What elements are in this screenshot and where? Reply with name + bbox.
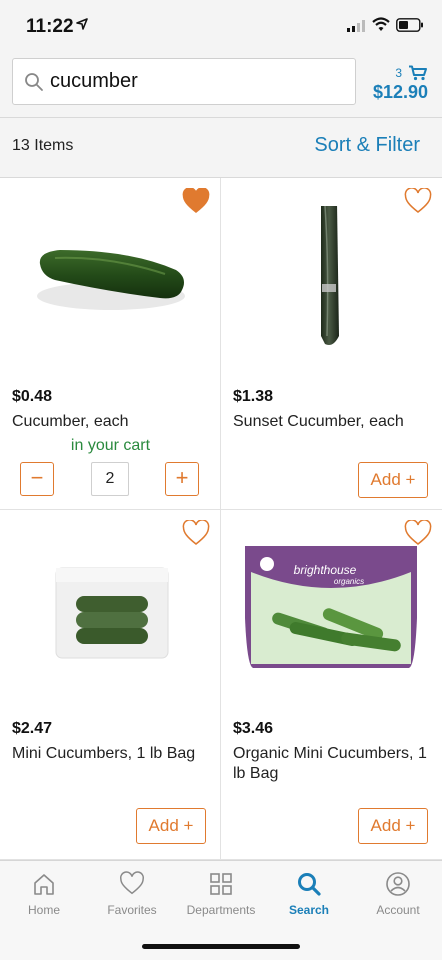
home-indicator[interactable] <box>142 944 300 949</box>
package-brand-text: brighthouse <box>294 563 357 577</box>
product-image <box>321 206 339 345</box>
add-to-cart-button[interactable]: Add + <box>358 462 428 498</box>
tab-search[interactable]: Search <box>265 871 353 931</box>
search-icon <box>25 73 43 91</box>
location-arrow-icon <box>76 18 88 30</box>
cellular-signal-icon <box>347 20 365 32</box>
add-to-cart-button[interactable]: Add + <box>358 808 428 844</box>
screen: 11:22 cucumber 3 $12.90 13 Items Sort & … <box>0 0 442 960</box>
product-card[interactable]: brighthouse organics $3.46 Organic Mini … <box>221 510 442 860</box>
product-name: Organic Mini Cucumbers, 1 lb Bag <box>233 745 427 782</box>
status-time: 11:22 <box>26 16 74 37</box>
product-card[interactable]: $1.38 Sunset Cucumber, each Add + <box>221 178 442 510</box>
product-price: $1.38 <box>233 388 274 405</box>
tab-departments[interactable]: Departments <box>177 871 265 931</box>
increase-quantity-button[interactable]: + <box>165 462 199 496</box>
product-image <box>37 250 185 310</box>
product-price: $0.48 <box>12 388 53 405</box>
product-name: Cucumber, each <box>12 413 129 430</box>
product-name: Mini Cucumbers, 1 lb Bag <box>12 745 196 762</box>
tab-home[interactable]: Home <box>0 871 88 931</box>
cart-button[interactable]: 3 $12.90 <box>358 62 428 104</box>
package-brand-sub-text: organics <box>334 577 364 586</box>
result-count: 13 Items <box>12 137 74 154</box>
cart-icon <box>409 65 427 81</box>
tab-account[interactable]: Account <box>354 871 442 931</box>
sort-filter-button[interactable]: Sort & Filter <box>314 134 420 157</box>
tab-label: Departments <box>186 903 256 917</box>
header: cucumber 3 $12.90 <box>0 50 442 118</box>
product-name: Sunset Cucumber, each <box>233 413 404 430</box>
product-image <box>55 567 169 659</box>
tab-favorites[interactable]: Favorites <box>88 871 176 931</box>
grid-icon <box>210 873 232 895</box>
product-card[interactable]: $0.48 Cucumber, each in your cart − 2 + <box>0 178 221 510</box>
status-bar: 11:22 <box>0 0 442 50</box>
search-input[interactable]: cucumber <box>12 58 356 105</box>
tab-label: Account <box>376 903 420 917</box>
wifi-icon <box>372 17 390 31</box>
cart-total: $12.90 <box>372 82 428 102</box>
search-icon <box>298 873 321 896</box>
heart-icon <box>120 871 144 895</box>
product-image: brighthouse organics <box>245 546 417 668</box>
product-grid: $0.48 Cucumber, each in your cart − 2 + … <box>0 178 442 860</box>
product-card[interactable]: $2.47 Mini Cucumbers, 1 lb Bag Add + <box>0 510 221 860</box>
account-icon <box>386 872 410 896</box>
cart-count: 3 <box>395 66 402 80</box>
tab-label: Home <box>27 903 60 917</box>
home-icon <box>34 874 54 895</box>
product-price: $2.47 <box>12 720 53 737</box>
results-bar: 13 Items Sort & Filter <box>0 118 442 178</box>
in-cart-label: in your cart <box>70 437 151 454</box>
decrease-quantity-button[interactable]: − <box>20 462 54 496</box>
tab-label: Favorites <box>107 903 157 917</box>
search-query: cucumber <box>50 70 138 92</box>
add-to-cart-button[interactable]: Add + <box>136 808 206 844</box>
tab-label: Search <box>288 903 330 917</box>
quantity-field[interactable]: 2 <box>91 462 129 496</box>
product-price: $3.46 <box>233 720 274 737</box>
battery-icon <box>396 18 423 32</box>
